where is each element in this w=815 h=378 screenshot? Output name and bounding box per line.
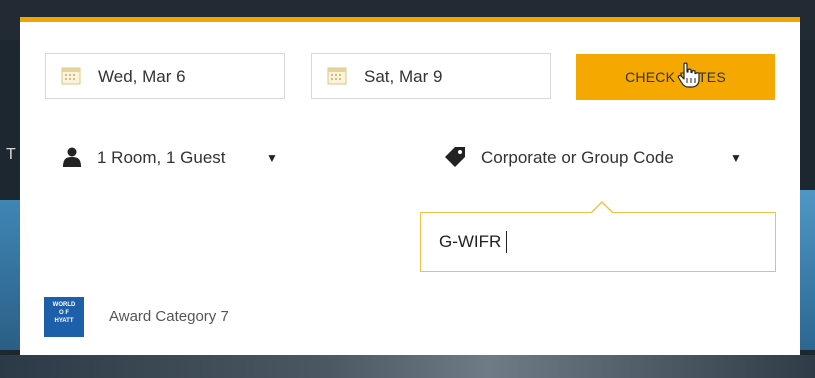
world-of-hyatt-logo: WORLD O F HYATT xyxy=(44,297,84,337)
checkin-date-value: Wed, Mar 6 xyxy=(98,67,186,86)
background-side-letter: T xyxy=(6,146,16,163)
text-cursor xyxy=(506,231,507,253)
hand-cursor-icon xyxy=(677,62,700,88)
checkout-date-field[interactable]: Sat, Mar 9 xyxy=(311,53,551,99)
special-code-label: Corporate or Group Code xyxy=(481,148,674,167)
tag-icon xyxy=(445,147,465,167)
calendar-icon xyxy=(61,67,81,85)
checkin-date-field[interactable]: Wed, Mar 6 xyxy=(45,53,285,99)
calendar-icon xyxy=(327,67,347,85)
background-bottom xyxy=(0,355,815,378)
rooms-guests-label: 1 Room, 1 Guest xyxy=(97,148,226,167)
code-input-popover xyxy=(420,201,776,272)
group-code-input[interactable] xyxy=(439,229,739,255)
person-icon xyxy=(63,147,81,167)
checkout-date-value: Sat, Mar 9 xyxy=(364,67,443,86)
award-category-label: Award Category 7 xyxy=(109,308,229,325)
check-rates-button[interactable]: CHECK RATES xyxy=(576,54,775,100)
caret-down-icon: ▼ xyxy=(730,151,742,165)
caret-down-icon: ▼ xyxy=(266,151,278,165)
popover-arrow-fill xyxy=(591,203,613,214)
background-left xyxy=(0,200,20,350)
background-right xyxy=(800,190,815,350)
